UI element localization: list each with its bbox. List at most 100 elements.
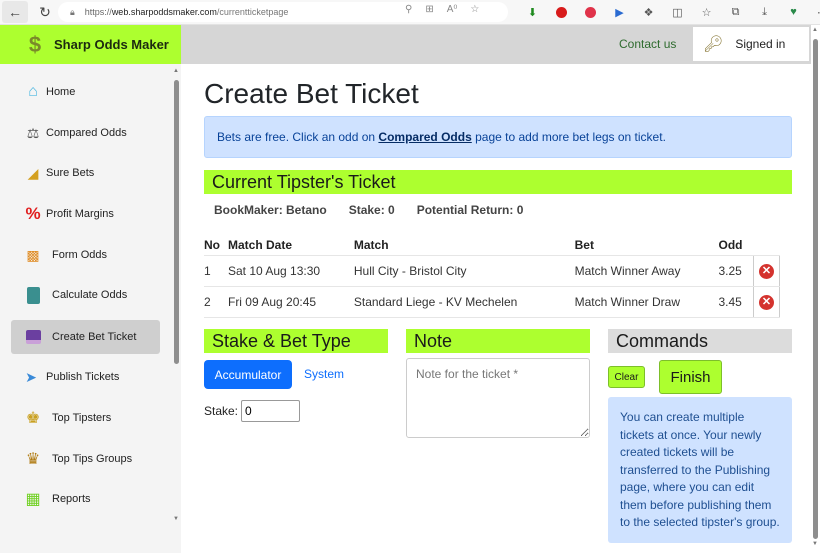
- remove-leg-icon[interactable]: ✕: [758, 294, 774, 310]
- col-match: Match: [353, 236, 575, 256]
- contact-us-link[interactable]: Contact us: [619, 37, 676, 51]
- signed-in-button[interactable]: 🔑︎ Signed in: [693, 27, 809, 61]
- sidebar-item-form-odds[interactable]: ▩ Form Odds: [11, 238, 160, 272]
- calculator-icon: [23, 285, 43, 305]
- system-tab[interactable]: System: [304, 367, 344, 381]
- favorite-star-icon[interactable]: ☆: [470, 4, 479, 15]
- page-scroll-up-icon[interactable]: ▲: [812, 27, 818, 33]
- page-scroll-thumb[interactable]: [813, 39, 818, 539]
- compared-odds-link[interactable]: Compared Odds: [378, 130, 471, 144]
- sidebar: ⌂ Home ⚖ Compared Odds ◢ Sure Bets % Pro…: [0, 64, 181, 553]
- collections-icon[interactable]: ⧉: [721, 3, 750, 21]
- alert-text-end: page to add more bet legs on ticket.: [471, 130, 666, 144]
- sidebar-item-label: Top Tipsters: [52, 412, 112, 424]
- note-textarea[interactable]: [406, 358, 590, 438]
- sidebar-item-sure-bets[interactable]: ◢ Sure Bets: [11, 156, 160, 190]
- sidebar-item-label: Home: [46, 86, 76, 98]
- sidebar-scrollbar[interactable]: ▲ ▼: [172, 68, 180, 524]
- flag-extension-icon[interactable]: ▶: [605, 3, 634, 21]
- bet-legs-table: No Match Date Match Bet Odd 1 Sat 10 Aug…: [204, 236, 781, 318]
- adblock-extension-icon[interactable]: [576, 3, 605, 21]
- cell-delete: ✕: [752, 255, 781, 287]
- commands-heading: Commands: [608, 329, 792, 353]
- rising-bars-icon: ◢: [27, 164, 39, 181]
- refresh-button[interactable]: ↻: [32, 1, 58, 23]
- remove-leg-icon[interactable]: ✕: [758, 263, 774, 279]
- stop-extension-icon[interactable]: [547, 3, 576, 21]
- sidebar-item-home[interactable]: ⌂ Home: [11, 75, 160, 109]
- stake-input[interactable]: [241, 400, 301, 422]
- alert-text: Bets are free. Click an odd on: [217, 130, 379, 144]
- finish-button[interactable]: Finish: [659, 360, 722, 394]
- col-no: No: [204, 236, 228, 256]
- sidebar-item-label: Form Odds: [52, 249, 108, 261]
- sidebar-item-label: Compared Odds: [46, 127, 127, 139]
- signed-in-label: Signed in: [735, 37, 786, 51]
- scales-icon: ⚖: [26, 124, 40, 141]
- col-actions: [753, 236, 780, 256]
- info-alert: Bets are free. Click an odd on Compared …: [204, 116, 792, 158]
- favorites-icon[interactable]: ☆: [692, 3, 721, 21]
- url-path: /currentticketpage: [216, 7, 289, 17]
- sidebar-item-top-tips-groups[interactable]: ♛ Top Tips Groups: [11, 442, 160, 476]
- url-host: web.sharpoddsmaker.com: [111, 7, 217, 17]
- page-scroll-down-icon[interactable]: ▼: [812, 541, 818, 547]
- table-header-row: No Match Date Match Bet Odd: [204, 236, 780, 256]
- col-odd: Odd: [718, 236, 754, 256]
- cell-bet: Match Winner Away: [574, 255, 719, 287]
- stake-row: Stake:: [204, 400, 301, 422]
- cell-match: Standard Liege - KV Mechelen: [353, 286, 575, 318]
- sidebar-item-calculate-odds[interactable]: Calculate Odds: [11, 278, 160, 312]
- more-menu-icon[interactable]: ⋯: [808, 3, 820, 21]
- key-icon[interactable]: ⚲: [405, 4, 412, 15]
- sidebar-item-profit-margins[interactable]: % Profit Margins: [11, 197, 160, 231]
- sidebar-item-top-tipsters[interactable]: ♚ Top Tipsters: [11, 401, 160, 435]
- page-scrollbar[interactable]: ▲ ▼: [811, 25, 820, 553]
- ticket-printer-icon: [23, 327, 43, 347]
- groups-crown-icon: ♛: [25, 451, 41, 468]
- sidebar-item-create-bet-ticket[interactable]: Create Bet Ticket: [11, 320, 160, 354]
- app-grid-icon[interactable]: ⊞: [425, 4, 433, 15]
- note-heading: Note: [406, 329, 590, 353]
- browser-essentials-icon[interactable]: ♥: [779, 3, 808, 21]
- crown-ball-icon: ♚: [25, 410, 41, 427]
- col-match-date: Match Date: [227, 236, 354, 256]
- download-arrow-extension-icon[interactable]: ⬇: [518, 3, 547, 21]
- sidebar-item-compared-odds[interactable]: ⚖ Compared Odds: [11, 116, 160, 150]
- sidebar-item-label: Sure Bets: [46, 167, 95, 179]
- main-content: Create Bet Ticket Bets are free. Click a…: [181, 64, 811, 553]
- sidebar-item-publish-tickets[interactable]: ➤ Publish Tickets: [11, 360, 160, 394]
- refresh-icon: ↻: [39, 3, 51, 20]
- sidebar-item-reports[interactable]: ▦ Reports: [11, 482, 160, 516]
- paper-plane-icon: ➤: [25, 368, 37, 385]
- arrow-left-icon: ←: [8, 4, 22, 20]
- table-row: 1 Sat 10 Aug 13:30 Hull City - Bristol C…: [204, 255, 781, 287]
- clear-button[interactable]: Clear: [608, 366, 645, 388]
- brand-name: Sharp Odds Maker: [54, 37, 169, 52]
- bar-chart-icon: ▩: [26, 246, 40, 263]
- stake-bet-type-heading: Stake & Bet Type: [204, 329, 388, 353]
- stake-summary: Stake: 0: [348, 203, 395, 217]
- page-title: Create Bet Ticket: [204, 78, 419, 109]
- accumulator-tab[interactable]: Accumulator: [204, 360, 292, 389]
- puzzle-extensions-icon[interactable]: ❖: [634, 3, 663, 21]
- lock-icon: 🔒︎: [70, 6, 75, 17]
- percent-icon: %: [25, 204, 41, 223]
- address-bar-actions: ⚲ ⊞ A⁰ ☆: [405, 4, 479, 15]
- ticket-summary: BookMaker: Betano Stake: 0 Potential Ret…: [214, 203, 545, 217]
- brand-header[interactable]: $ Sharp Odds Maker: [0, 25, 181, 64]
- cell-bet: Match Winner Draw: [574, 286, 719, 318]
- table-row: 2 Fri 09 Aug 20:45 Standard Liege - KV M…: [204, 286, 781, 318]
- read-aloud-icon[interactable]: A⁰: [447, 4, 458, 15]
- sidebar-scroll-thumb[interactable]: [174, 80, 179, 364]
- scroll-up-icon[interactable]: ▲: [173, 68, 179, 74]
- cell-no: 1: [204, 255, 228, 287]
- keys-icon: 🔑︎: [703, 36, 724, 53]
- cell-delete: ✕: [752, 286, 781, 318]
- downloads-icon[interactable]: ⤓: [750, 3, 779, 21]
- col-bet: Bet: [574, 236, 719, 256]
- top-navbar: Contact us 🔑︎ Signed in: [181, 25, 811, 64]
- back-button[interactable]: ←: [2, 1, 28, 23]
- split-screen-icon[interactable]: ◫: [663, 3, 692, 21]
- scroll-down-icon[interactable]: ▼: [173, 516, 179, 522]
